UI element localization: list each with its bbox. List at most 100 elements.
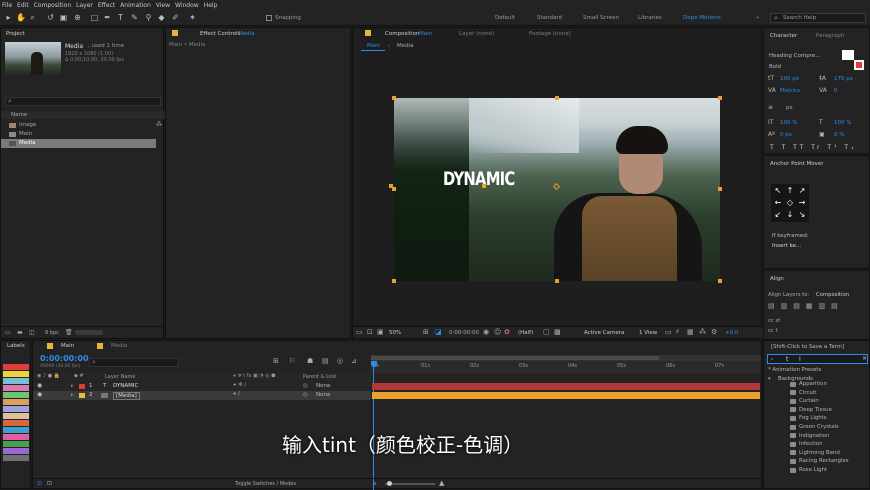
insert-keyframe-dropdown[interactable]: Insert ke... <box>772 243 801 249</box>
type-tool-icon[interactable]: T <box>116 13 125 22</box>
label-color-swatch[interactable] <box>3 413 29 419</box>
anchor-bottom-right-icon[interactable]: ↘ <box>797 210 807 220</box>
visibility-eye-icon[interactable]: ◉ <box>37 382 42 389</box>
footage-tab[interactable]: Footage (none) <box>529 31 571 37</box>
workspace-standard[interactable]: Standard <box>537 15 562 21</box>
pan-behind-tool-icon[interactable]: ⊕ <box>73 13 82 22</box>
font-size-value[interactable]: 100 px <box>780 76 799 82</box>
menu-edit[interactable]: Edit <box>17 2 29 9</box>
comp-subtab-media[interactable]: Media <box>397 43 414 49</box>
current-time-display[interactable]: 0:00:00:00 <box>449 330 479 336</box>
workspace-dope-motions[interactable]: Dope Motions <box>683 15 721 21</box>
toggle-switches-modes[interactable]: Toggle Switches / Modes <box>235 481 296 487</box>
folder-expand-icon[interactable]: ▾ <box>768 376 771 382</box>
layer-switches[interactable]: ⚹ / <box>233 391 240 398</box>
roto-brush-tool-icon[interactable]: ✐ <box>171 13 180 22</box>
pixel-aspect-icon[interactable]: ▭ <box>665 328 672 336</box>
project-row-media[interactable]: Media <box>1 139 156 148</box>
leading-value[interactable]: 170 px <box>834 76 853 82</box>
snapping-checkbox[interactable] <box>266 15 272 21</box>
mask-visibility-icon[interactable]: ◪ <box>435 328 442 336</box>
workspace-overflow-icon[interactable]: » <box>756 15 759 21</box>
motion-blur-icon[interactable]: ◎ <box>337 357 343 365</box>
project-row-image[interactable]: Image <box>1 121 165 130</box>
visibility-eye-icon[interactable]: ◉ <box>37 391 42 398</box>
interpret-footage-icon[interactable]: ▭ <box>5 329 11 336</box>
label-color-swatch[interactable] <box>3 420 29 426</box>
transparency-grid-icon[interactable]: ▩ <box>554 328 561 336</box>
clear-search-icon[interactable]: × <box>862 355 867 362</box>
parent-dropdown[interactable]: None <box>316 392 330 398</box>
effect-controls-title[interactable]: Effect Controls <box>200 31 240 37</box>
rotate-tool-icon[interactable]: ↺ <box>46 13 55 22</box>
tracking-value[interactable]: 0 <box>834 88 838 94</box>
flowchart-icon[interactable]: ⁂ <box>156 121 162 128</box>
anchor-right-icon[interactable]: → <box>797 198 807 208</box>
transform-handle[interactable] <box>555 279 559 283</box>
layer-tab[interactable]: Layer (none) <box>459 31 494 37</box>
frame-blending-icon[interactable]: ▤ <box>322 357 329 365</box>
transform-handle[interactable] <box>718 187 722 191</box>
preset-item[interactable]: Racing Rectangles <box>790 458 849 464</box>
exposure-reset-icon[interactable]: ⚙ <box>711 328 717 336</box>
kerning-value[interactable]: Metrics <box>780 88 800 94</box>
vertical-scale-value[interactable]: 100 % <box>780 120 797 126</box>
layer-duration-bar-media[interactable] <box>372 392 760 399</box>
menu-effect[interactable]: Effect <box>98 2 115 9</box>
pen-tool-icon[interactable]: ✒ <box>103 13 112 22</box>
character-tab[interactable]: Character <box>770 33 797 39</box>
layer-label-color[interactable] <box>79 384 85 389</box>
layer-duration-bar-dynamic[interactable] <box>372 383 760 390</box>
label-color-swatch[interactable] <box>3 371 29 377</box>
workspace-small-screen[interactable]: Small Screen <box>583 15 619 21</box>
cc-st-item[interactable]: cc st <box>768 318 780 324</box>
color-channel-icon[interactable]: ✿ <box>504 328 510 336</box>
roi-icon[interactable]: ▢ <box>543 328 550 336</box>
preset-item[interactable]: Lightning Bend <box>790 450 840 456</box>
parent-link-column-header[interactable]: Parent & Link <box>303 374 336 380</box>
label-color-swatch[interactable] <box>3 399 29 405</box>
show-snapshot-icon[interactable]: ☺ <box>494 328 501 336</box>
parent-dropdown[interactable]: None <box>316 383 330 389</box>
exposure-value[interactable]: +0.0 <box>725 330 738 336</box>
menu-help[interactable]: Help <box>204 2 218 9</box>
transform-handle[interactable] <box>718 96 722 100</box>
name-column-header[interactable]: Name <box>11 112 27 118</box>
expand-layer-icon[interactable]: ▸ <box>71 383 74 389</box>
faux-style-buttons[interactable]: T T TT Tr T¹ T₁ <box>770 144 856 151</box>
transform-handle[interactable] <box>392 96 396 100</box>
timeline-current-time[interactable]: 0:00:00:00 <box>40 354 89 363</box>
view-layout-dropdown[interactable]: 1 View <box>639 330 657 336</box>
label-color-swatch[interactable] <box>3 441 29 447</box>
cc-t-item[interactable]: cc t <box>768 328 778 334</box>
parent-pickwhip-icon[interactable]: ◎ <box>303 392 308 398</box>
always-preview-icon[interactable]: ▭ <box>356 328 363 336</box>
composition-tab-name[interactable]: Main <box>419 31 432 37</box>
label-color-swatch[interactable] <box>3 378 29 384</box>
menu-view[interactable]: View <box>156 2 170 9</box>
timeline-icon[interactable]: ▦ <box>687 328 694 336</box>
anchor-top-left-icon[interactable]: ↖ <box>773 186 783 196</box>
resolution-dropdown[interactable]: (Half) <box>518 330 533 336</box>
puppet-tool-icon[interactable]: ✶ <box>188 13 197 22</box>
preset-item[interactable]: Circuit <box>790 390 816 396</box>
label-color-swatch[interactable] <box>3 448 29 454</box>
grid-icon[interactable]: ⊞ <box>423 328 429 336</box>
text-layer-handle[interactable] <box>482 184 486 188</box>
label-color-swatch[interactable] <box>3 406 29 412</box>
brush-tool-icon[interactable]: ✎ <box>130 13 139 22</box>
effects-search-input[interactable]: ⌕ t I × <box>767 354 868 364</box>
menu-layer[interactable]: Layer <box>76 2 93 9</box>
label-color-swatch[interactable] <box>3 434 29 440</box>
menu-animation[interactable]: Animation <box>120 2 151 9</box>
timeline-layer-row-selected[interactable]: ◉ ▸ 2 [Media] ⚹ / ◎ None <box>33 391 371 400</box>
align-to-dropdown[interactable]: Composition <box>816 292 849 298</box>
anchor-left-icon[interactable]: ← <box>773 198 783 208</box>
anchor-top-right-icon[interactable]: ↗ <box>797 186 807 196</box>
parent-pickwhip-icon[interactable]: ◎ <box>303 383 308 389</box>
label-color-swatch[interactable] <box>3 364 29 370</box>
camera-dropdown[interactable]: Active Camera <box>584 330 624 336</box>
layer-name[interactable]: [Media] <box>113 392 140 400</box>
monitor-icon[interactable]: ▣ <box>377 328 384 336</box>
timeline-zoom-slider[interactable] <box>385 481 435 486</box>
